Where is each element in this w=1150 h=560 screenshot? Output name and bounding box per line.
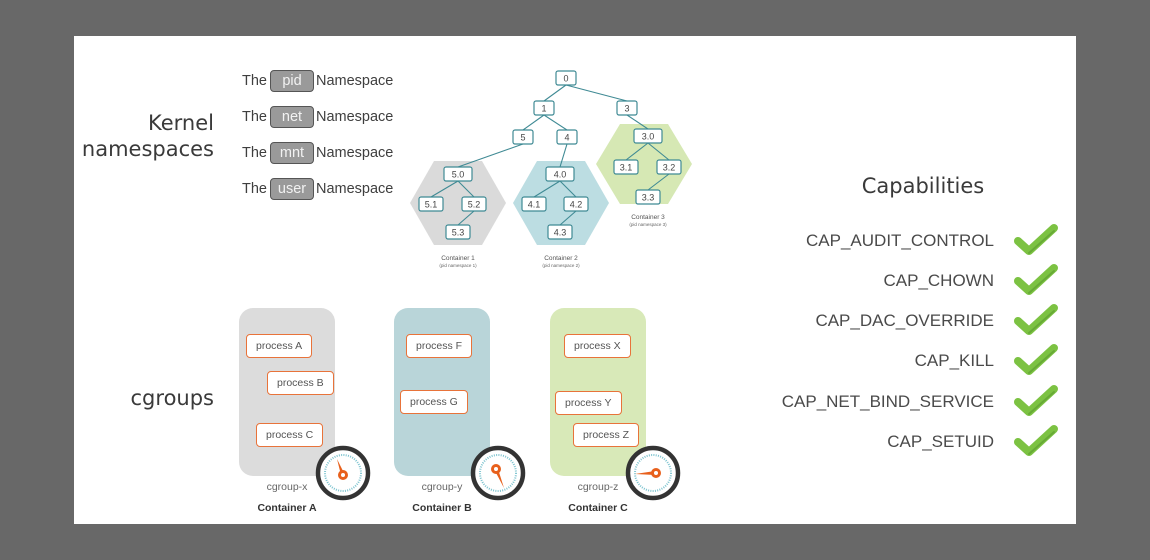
tree-node-n32: 3.2: [656, 159, 682, 175]
edge: [565, 84, 628, 102]
pid-namespace-tree: 0 1 3 5 4 5.0 5.1 5.2 5.3 4.0 4.1 4.2 4.3 3.0 3.1 3.2 3.…: [410, 70, 692, 268]
process-b: process B: [267, 371, 334, 395]
capability-item: CAP_DAC_OVERRIDE: [815, 311, 994, 330]
capability-item: CAP_NET_BIND_SERVICE: [781, 392, 994, 411]
container-3-sublabel: (pid namespace 3): [629, 222, 667, 227]
tree-node-label: 4.0: [554, 170, 567, 180]
tree-node-label: 5.0: [452, 170, 465, 180]
capability-item: CAP_SETUID: [887, 432, 994, 451]
tree-node-label: 1: [541, 104, 546, 114]
tree-node-label: 3.3: [642, 193, 655, 203]
tree-node-n41: 4.1: [521, 196, 547, 212]
container-3-label: Container 3: [631, 214, 665, 221]
process-g: process G: [400, 390, 468, 414]
tree-node-n53: 5.3: [445, 224, 471, 240]
tree-node-n5: 5: [512, 129, 534, 145]
gauge-icon: [625, 445, 681, 501]
checkmark-icon: [1014, 264, 1058, 295]
checkmark-icon: [1014, 224, 1058, 255]
tree-node-label: 3.2: [663, 163, 676, 173]
tree-node-label: 4.3: [554, 228, 567, 238]
tree-node-label: 5: [520, 133, 525, 143]
container-b-label: Container B: [412, 502, 472, 514]
tree-node-label: 3.0: [642, 132, 655, 142]
process-y: process Y: [555, 391, 622, 415]
tree-node-n4: 4: [556, 129, 578, 145]
capability-item: CAP_AUDIT_CONTROL: [806, 231, 994, 250]
tree-node-label: 4: [564, 133, 569, 143]
edge: [543, 114, 568, 131]
tree-node-n42: 4.2: [563, 196, 589, 212]
container-2-sublabel: (pid namespace 2): [542, 263, 580, 268]
tree-node-n50: 5.0: [443, 166, 473, 182]
tree-node-label: 4.2: [570, 200, 583, 210]
container-a-label: Container A: [257, 502, 317, 514]
tree-node-n51: 5.1: [418, 196, 444, 212]
tree-node-n1: 1: [533, 100, 555, 116]
checkmark-icon: [1014, 304, 1058, 335]
tree-node-n30: 3.0: [633, 128, 663, 144]
tree-node-label: 5.1: [425, 200, 438, 210]
tree-node-n33: 3.3: [635, 189, 661, 205]
tree-node-label: 0: [563, 74, 568, 84]
cgroups-heading: cgroups: [130, 386, 214, 410]
edge: [457, 143, 524, 168]
tree-node-n0: 0: [555, 70, 577, 86]
process-x: process X: [564, 334, 631, 358]
tree-node-label: 5.3: [452, 228, 465, 238]
process-z: process Z: [573, 423, 640, 447]
container-1-label: Container 1: [441, 255, 475, 262]
gauge-icon: [315, 445, 371, 501]
tree-node-label: 3.1: [620, 163, 633, 173]
edge: [543, 84, 567, 102]
checkmark-icon: [1014, 344, 1058, 375]
tree-node-label: 3: [624, 104, 629, 114]
checkmark-icon: [1014, 425, 1058, 456]
tree-node-n3: 3: [616, 100, 638, 116]
tree-node-label: 5.2: [468, 200, 481, 210]
tree-node-n52: 5.2: [461, 196, 487, 212]
capability-item: CAP_KILL: [914, 351, 994, 370]
process-a: process A: [246, 334, 313, 358]
gauge-icon: [470, 445, 526, 501]
tree-node-n43: 4.3: [547, 224, 573, 240]
process-f: process F: [406, 334, 473, 358]
checkmark-icon: [1014, 385, 1058, 416]
tree-node-n31: 3.1: [613, 159, 639, 175]
process-c: process C: [256, 423, 324, 447]
capability-item: CAP_CHOWN: [883, 271, 994, 290]
tree-node-n40: 4.0: [545, 166, 575, 182]
container-2-label: Container 2: [544, 255, 578, 262]
tree-node-label: 4.1: [528, 200, 541, 210]
container-1-sublabel: (pid namespace 1): [439, 263, 477, 268]
container-c-label: Container C: [568, 502, 628, 514]
edge: [522, 114, 545, 131]
